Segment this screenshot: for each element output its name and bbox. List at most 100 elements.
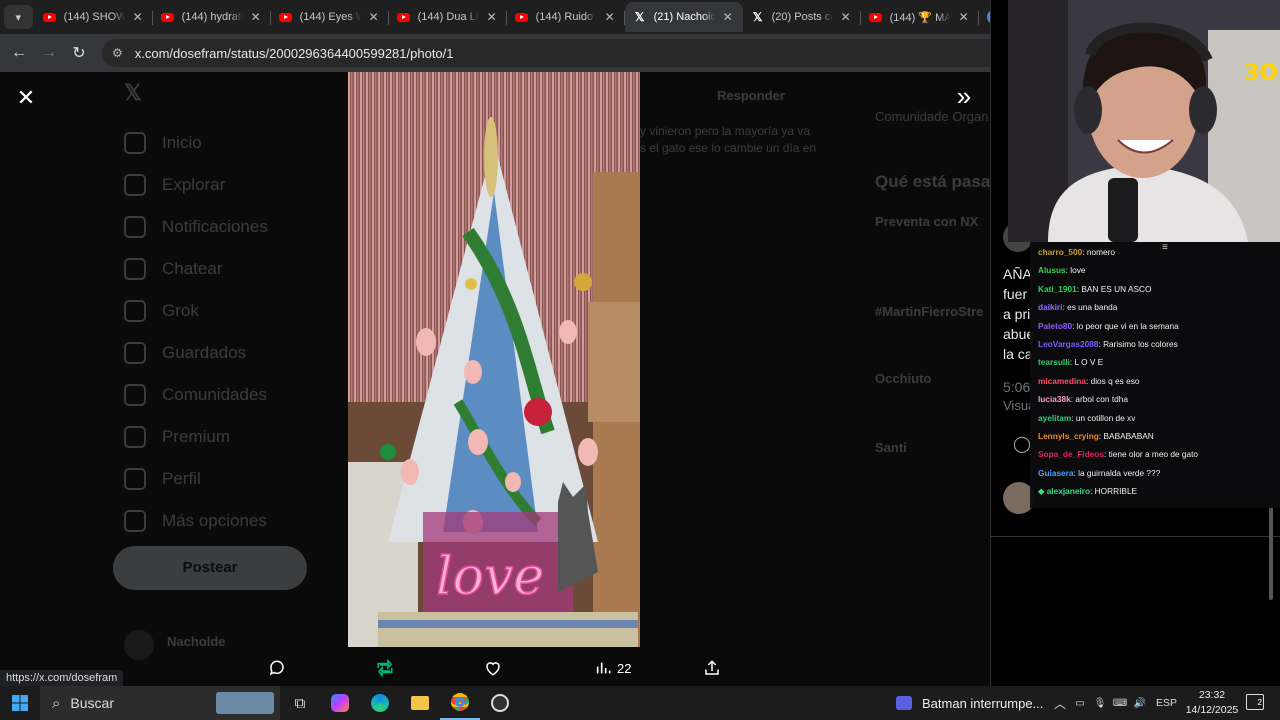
- browser-tab[interactable]: (144) Eyes Wide ✕: [271, 2, 389, 32]
- close-icon[interactable]: ✕: [14, 86, 38, 110]
- sidebar-item[interactable]: Notificaciones: [124, 216, 268, 238]
- site-info-icon[interactable]: ⚙: [112, 46, 123, 60]
- copilot-icon[interactable]: [320, 686, 360, 720]
- close-tab-icon[interactable]: ✕: [367, 10, 381, 24]
- notification-icon[interactable]: 2: [1246, 694, 1264, 710]
- chat-username[interactable]: micamedina: [1038, 376, 1086, 386]
- sidebar-item[interactable]: Inicio: [124, 132, 202, 154]
- reload-button[interactable]: ↻: [64, 43, 94, 63]
- reply-icon[interactable]: [268, 654, 286, 682]
- chat-username[interactable]: tearsulli: [1038, 357, 1070, 367]
- volume-icon[interactable]: 🔊: [1130, 698, 1150, 709]
- sidebar-item-icon: [124, 132, 146, 154]
- browser-tab[interactable]: 𝕏 (21) Nachoide ✕: [624, 2, 743, 32]
- trend-item[interactable]: Santi: [875, 440, 907, 455]
- sidebar-item[interactable]: Guardados: [124, 342, 246, 364]
- close-tab-icon[interactable]: ✕: [131, 10, 145, 24]
- tab-title: (144) hydrate: [181, 11, 243, 23]
- chat-text: tiene olor a meo de gato: [1108, 449, 1199, 460]
- chat-message: tearsulli: L O V E: [1030, 353, 1280, 371]
- svg-text:3OE: 3OE: [1244, 61, 1280, 86]
- browser-tab[interactable]: (144) Dua Lipa ✕: [389, 2, 507, 32]
- forward-button[interactable]: →: [34, 44, 64, 62]
- sidebar-item[interactable]: Perfil: [124, 468, 201, 490]
- chat-username[interactable]: LeoVargas2088: [1038, 339, 1098, 349]
- repost-icon[interactable]: [375, 654, 395, 682]
- post-action-bar: 22: [240, 654, 740, 682]
- browser-tab[interactable]: (144) 🏆 MAN ✕: [861, 2, 979, 32]
- account-avatar[interactable]: [124, 630, 154, 660]
- language-indicator[interactable]: ESP: [1156, 697, 1177, 709]
- post-button[interactable]: Postear: [113, 546, 307, 590]
- close-tab-icon[interactable]: ✕: [603, 10, 617, 24]
- obs-icon[interactable]: [480, 686, 520, 720]
- sidebar-item[interactable]: Comunidades: [124, 384, 267, 406]
- sidebar-item-icon: [124, 258, 146, 280]
- microphone-icon[interactable]: 🎙: [1090, 698, 1110, 709]
- sidebar-item[interactable]: Chatear: [124, 258, 222, 280]
- back-button[interactable]: ←: [4, 44, 34, 62]
- chat-username[interactable]: Alusus: [1038, 265, 1066, 275]
- chat-text: BABABABAN: [1103, 430, 1154, 441]
- browser-tab[interactable]: (144) hydrate ✕: [153, 2, 271, 32]
- close-tab-icon[interactable]: ✕: [485, 10, 499, 24]
- meet-now-icon[interactable]: ▭: [1070, 698, 1090, 709]
- post-photo[interactable]: love: [348, 72, 640, 647]
- chat-username[interactable]: ayelitam: [1038, 413, 1071, 423]
- clock-date: 14/12/2025: [1185, 704, 1239, 716]
- trend-item[interactable]: #MartinFierroStre: [875, 304, 983, 319]
- sidebar-item[interactable]: Premium: [124, 426, 230, 448]
- media-app-icon: [896, 696, 912, 710]
- expand-panel-icon[interactable]: »: [950, 83, 978, 112]
- divider: [991, 536, 1280, 537]
- chat-username[interactable]: Guiasera: [1038, 468, 1074, 478]
- taskbar-search[interactable]: ⌕ Buscar: [40, 686, 280, 720]
- network-icon[interactable]: ⌨: [1110, 698, 1130, 709]
- share-icon[interactable]: [703, 654, 721, 682]
- chevron-up-icon[interactable]: ︿: [1050, 695, 1070, 712]
- sidebar-item[interactable]: Grok: [124, 300, 199, 322]
- like-icon[interactable]: [484, 654, 502, 682]
- browser-tab[interactable]: (144) Ruido rosa ✕: [507, 2, 625, 32]
- sidebar-item-label: Chatear: [162, 259, 223, 278]
- sidebar-item-label: Guardados: [162, 343, 247, 362]
- media-widget[interactable]: Batman interrumpe...: [896, 686, 1043, 720]
- chat-username[interactable]: Kati_1901: [1038, 284, 1077, 294]
- close-tab-icon[interactable]: ✕: [721, 10, 735, 24]
- chrome-icon[interactable]: [440, 686, 480, 720]
- sidebar-item-icon: [124, 510, 146, 532]
- sidebar-item[interactable]: Explorar: [124, 174, 225, 196]
- task-view-icon[interactable]: ⧉: [280, 686, 320, 720]
- trend-item[interactable]: Preventa con NX: [875, 214, 978, 229]
- chat-badge-icon: ◆: [1038, 486, 1047, 497]
- edge-icon[interactable]: [360, 686, 400, 720]
- views-count: 22: [617, 660, 632, 676]
- browser-tab[interactable]: (144) SHOWMAN ✕: [35, 2, 153, 32]
- search-placeholder: Buscar: [70, 695, 114, 711]
- chat-username[interactable]: daikiri: [1038, 302, 1062, 312]
- chat-username[interactable]: charro_500: [1038, 247, 1082, 257]
- x-logo-icon[interactable]: 𝕏: [124, 80, 142, 106]
- close-tab-icon[interactable]: ✕: [839, 10, 853, 24]
- chat-username[interactable]: Sopa_de_Fideos: [1038, 449, 1104, 459]
- chat-username[interactable]: alexjaneiro: [1047, 486, 1090, 496]
- chat-username[interactable]: Paleto80: [1038, 321, 1072, 331]
- close-tab-icon[interactable]: ✕: [249, 10, 263, 24]
- youtube-icon: [869, 10, 883, 24]
- scrollbar[interactable]: [1269, 505, 1273, 600]
- windows-start-icon[interactable]: [0, 686, 40, 720]
- clock[interactable]: 23:32 14/12/2025: [1178, 688, 1246, 718]
- sidebar-item[interactable]: Más opciones: [124, 510, 267, 532]
- trend-item[interactable]: Occhiuto: [875, 371, 931, 386]
- reply-icon[interactable]: ◯: [1013, 434, 1031, 454]
- stream-chat-overlay: ≡ charro_500: nomero Alusus: love Kati_190…: [1030, 242, 1280, 508]
- file-explorer-icon[interactable]: [400, 686, 440, 720]
- reply-button[interactable]: Responder: [717, 88, 785, 103]
- tab-search-button[interactable]: ▾: [4, 5, 33, 29]
- browser-tab[interactable]: 𝕏 (20) Posts con ✕: [743, 2, 861, 32]
- views-stat[interactable]: 22: [595, 654, 631, 682]
- url-field[interactable]: ⚙ x.com/dosefram/status/2000296364400599…: [102, 39, 1002, 67]
- chat-username[interactable]: Lennyls_crying: [1038, 431, 1099, 441]
- chat-username[interactable]: lucia38k: [1038, 394, 1071, 404]
- close-tab-icon[interactable]: ✕: [957, 10, 971, 24]
